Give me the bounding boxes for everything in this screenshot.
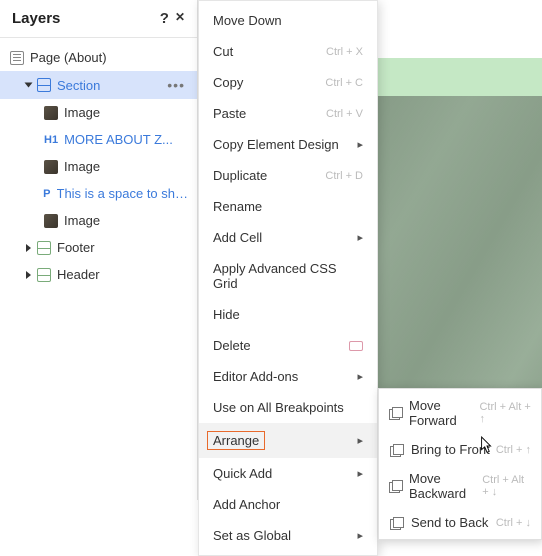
menu-quick-add[interactable]: Quick Add▸ (199, 458, 377, 489)
cursor-pointer-icon (478, 436, 496, 459)
section-icon (37, 241, 51, 255)
image-thumb-icon (44, 106, 58, 120)
menu-breakpoints[interactable]: Use on All Breakpoints (199, 392, 377, 423)
chevron-right-icon: ▸ (357, 138, 363, 151)
image-thumb-icon (44, 214, 58, 228)
tree-item-section[interactable]: Section ••• (0, 71, 197, 99)
chevron-right-icon: ▸ (357, 434, 363, 447)
menu-move-down[interactable]: Move Down (199, 5, 377, 36)
tree-item-image[interactable]: Image (0, 207, 197, 234)
menu-cut[interactable]: CutCtrl + X (199, 36, 377, 67)
more-icon[interactable]: ••• (167, 77, 189, 93)
menu-add-anchor[interactable]: Add Anchor (199, 489, 377, 520)
submenu-send-to-back[interactable]: Send to Back Ctrl + ↓ (379, 508, 541, 537)
h1-badge: H1 (44, 134, 58, 146)
help-icon[interactable]: ? (160, 10, 169, 27)
tree-item-image[interactable]: Image (0, 99, 197, 126)
menu-hide[interactable]: Hide (199, 299, 377, 330)
layers-panel: Layers ? ✕ Page (About) Section ••• Imag… (0, 0, 198, 500)
layer-back-icon (389, 516, 403, 530)
tree-item-paragraph[interactable]: P This is a space to sha... (0, 180, 197, 207)
chevron-right-icon: ▸ (357, 370, 363, 383)
layer-front-icon (389, 443, 403, 457)
submenu-move-forward[interactable]: Move Forward Ctrl + Alt + ↑ (379, 391, 541, 435)
image-thumb-icon (44, 160, 58, 174)
menu-paste[interactable]: PasteCtrl + V (199, 98, 377, 129)
chevron-right-icon: ▸ (357, 231, 363, 244)
tree-item-page[interactable]: Page (About) (0, 44, 197, 71)
layer-forward-icon (389, 406, 401, 420)
tree-item-heading[interactable]: H1 MORE ABOUT Z... (0, 126, 197, 153)
layers-header: Layers ? ✕ (0, 0, 197, 38)
submenu-move-backward[interactable]: Move Backward Ctrl + Alt + ↓ (379, 464, 541, 508)
menu-duplicate[interactable]: DuplicateCtrl + D (199, 160, 377, 191)
page-icon (10, 51, 24, 65)
layers-tree: Page (About) Section ••• Image H1 MORE A… (0, 38, 197, 294)
tree-item-image[interactable]: Image (0, 153, 197, 180)
menu-copy[interactable]: CopyCtrl + C (199, 67, 377, 98)
chevron-right-icon: ▸ (357, 529, 363, 542)
menu-apply-grid[interactable]: Apply Advanced CSS Grid (199, 253, 377, 299)
close-icon[interactable]: ✕ (175, 10, 185, 27)
menu-rename[interactable]: Rename (199, 191, 377, 222)
layer-backward-icon (389, 479, 401, 493)
section-icon (37, 268, 51, 282)
caret-right-icon (26, 244, 31, 252)
menu-delete[interactable]: Delete (199, 330, 377, 361)
submenu-bring-to-front[interactable]: Bring to Front Ctrl + ↑ (379, 435, 541, 464)
delete-icon (349, 341, 363, 351)
chevron-right-icon: ▸ (357, 467, 363, 480)
tree-item-footer[interactable]: Footer (0, 234, 197, 261)
layers-title: Layers (12, 10, 60, 27)
context-menu: Move Down CutCtrl + X CopyCtrl + C Paste… (198, 0, 378, 556)
p-badge: P (43, 188, 50, 200)
menu-add-cell[interactable]: Add Cell▸ (199, 222, 377, 253)
menu-set-global[interactable]: Set as Global▸ (199, 520, 377, 551)
menu-copy-design[interactable]: Copy Element Design▸ (199, 129, 377, 160)
menu-addons[interactable]: Editor Add-ons▸ (199, 361, 377, 392)
caret-down-icon (25, 83, 33, 88)
arrange-submenu: Move Forward Ctrl + Alt + ↑ Bring to Fro… (378, 388, 542, 540)
caret-right-icon (26, 271, 31, 279)
section-icon (37, 78, 51, 92)
tree-item-header[interactable]: Header (0, 261, 197, 288)
menu-arrange[interactable]: Arrange▸ (199, 423, 377, 458)
